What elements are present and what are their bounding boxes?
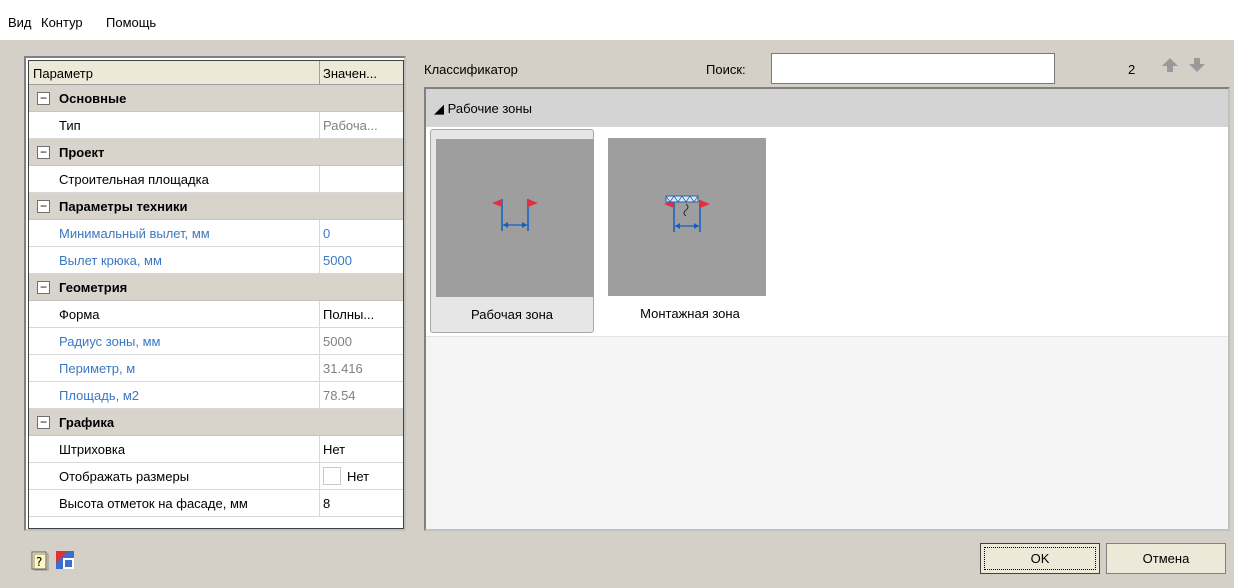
property-row[interactable]: Радиус зоны, мм 5000 (29, 328, 403, 355)
result-count: 2 (1128, 62, 1136, 77)
menu-contour[interactable]: Контур (41, 15, 83, 30)
property-row[interactable]: Минимальный вылет, мм 0 (29, 220, 403, 247)
property-name: Форма (59, 307, 100, 322)
category-row[interactable]: − Параметры техники (29, 193, 403, 220)
category-name: Основные (59, 91, 127, 106)
category-row[interactable]: − Геометрия (29, 274, 403, 301)
property-grid-header: Параметр Значен... (29, 61, 403, 85)
group-title: ◢ Рабочие зоны (434, 101, 532, 116)
property-name: Радиус зоны, мм (59, 334, 161, 349)
ok-button[interactable]: OK (980, 543, 1100, 574)
property-name: Вылет крюка, мм (59, 253, 162, 268)
property-value[interactable]: 5000 (323, 334, 401, 349)
property-row[interactable]: Отображать размеры Нет (29, 463, 403, 490)
cancel-button[interactable]: Отмена (1106, 543, 1226, 574)
classifier-panel: ◢ Рабочие зоны Рабочая зона Монтажная зо… (424, 87, 1230, 531)
category-name: Геометрия (59, 280, 128, 295)
group-header[interactable]: ◢ Рабочие зоны (426, 89, 1228, 127)
property-row[interactable]: Тип Рабоча... (29, 112, 403, 139)
app-logo-icon[interactable] (54, 549, 76, 571)
tile-caption: Рабочая зона (471, 307, 553, 322)
property-value[interactable]: Нет (323, 442, 401, 457)
property-name: Минимальный вылет, мм (59, 226, 210, 241)
search-label: Поиск: (706, 62, 746, 77)
category-row[interactable]: − Основные (29, 85, 403, 112)
category-name: Графика (59, 415, 115, 430)
property-row[interactable]: Вылет крюка, мм 5000 (29, 247, 403, 274)
category-name: Проект (59, 145, 105, 160)
cancel-button-label: Отмена (1142, 551, 1190, 566)
property-row[interactable]: Высота отметок на фасаде, мм 8 (29, 490, 403, 517)
category-row[interactable]: − Проект (29, 139, 403, 166)
menubar: Вид Контур Помощь (0, 0, 1234, 40)
help-icon[interactable]: ? (30, 551, 50, 571)
category-name: Параметры техники (59, 199, 188, 214)
column-header-parameter[interactable]: Параметр (33, 66, 93, 81)
property-row[interactable]: Форма Полны... (29, 301, 403, 328)
property-value[interactable]: Полны... (323, 307, 401, 322)
property-checkbox[interactable] (323, 467, 341, 485)
property-row[interactable]: Строительная площадка (29, 166, 403, 193)
category-row[interactable]: − Графика (29, 409, 403, 436)
property-name: Площадь, м2 (59, 388, 139, 403)
collapse-toggle-icon[interactable]: − (37, 92, 50, 105)
property-grid[interactable]: Параметр Значен... − Основные Тип Рабоча...… (24, 56, 406, 531)
mounting-zone-icon (608, 138, 766, 296)
classifier-label: Классификатор (424, 62, 518, 77)
property-value[interactable]: 31.416 (323, 361, 401, 376)
collapse-toggle-icon[interactable]: − (37, 146, 50, 159)
property-value[interactable]: Нет (347, 469, 404, 484)
property-name: Штриховка (59, 442, 126, 457)
arrow-down-icon[interactable] (1187, 56, 1207, 74)
tile-caption: Монтажная зона (640, 306, 740, 321)
tile-work-zone[interactable]: Рабочая зона (430, 129, 594, 333)
property-value[interactable]: 8 (323, 496, 401, 511)
items-area: Рабочая зона Монтажная зона (426, 127, 1228, 337)
property-name: Периметр, м (59, 361, 136, 376)
property-rows: − Основные Тип Рабоча... − Проект Строительная… (29, 85, 403, 517)
property-value[interactable]: 5000 (323, 253, 401, 268)
property-name: Отображать размеры (59, 469, 190, 484)
menu-view[interactable]: Вид (8, 15, 32, 30)
property-name: Тип (59, 118, 81, 133)
tile-mounting-zone[interactable]: Монтажная зона (604, 129, 768, 333)
collapse-toggle-icon[interactable]: − (37, 200, 50, 213)
search-input[interactable] (771, 53, 1055, 84)
column-header-value[interactable]: Значен... (323, 66, 401, 81)
empty-area (426, 337, 1228, 529)
property-value[interactable]: Рабоча... (323, 118, 401, 133)
property-name: Высота отметок на фасаде, мм (59, 496, 248, 511)
svg-text:?: ? (36, 555, 42, 569)
property-value[interactable]: 0 (323, 226, 401, 241)
property-row[interactable]: Штриховка Нет (29, 436, 403, 463)
collapse-toggle-icon[interactable]: − (37, 416, 50, 429)
menu-help[interactable]: Помощь (106, 15, 156, 30)
property-row[interactable]: Площадь, м2 78.54 (29, 382, 403, 409)
arrow-up-icon[interactable] (1160, 56, 1180, 74)
property-name: Строительная площадка (59, 172, 209, 187)
work-zone-icon (436, 139, 594, 297)
property-value[interactable]: 78.54 (323, 388, 401, 403)
property-row[interactable]: Периметр, м 31.416 (29, 355, 403, 382)
collapse-toggle-icon[interactable]: − (37, 281, 50, 294)
